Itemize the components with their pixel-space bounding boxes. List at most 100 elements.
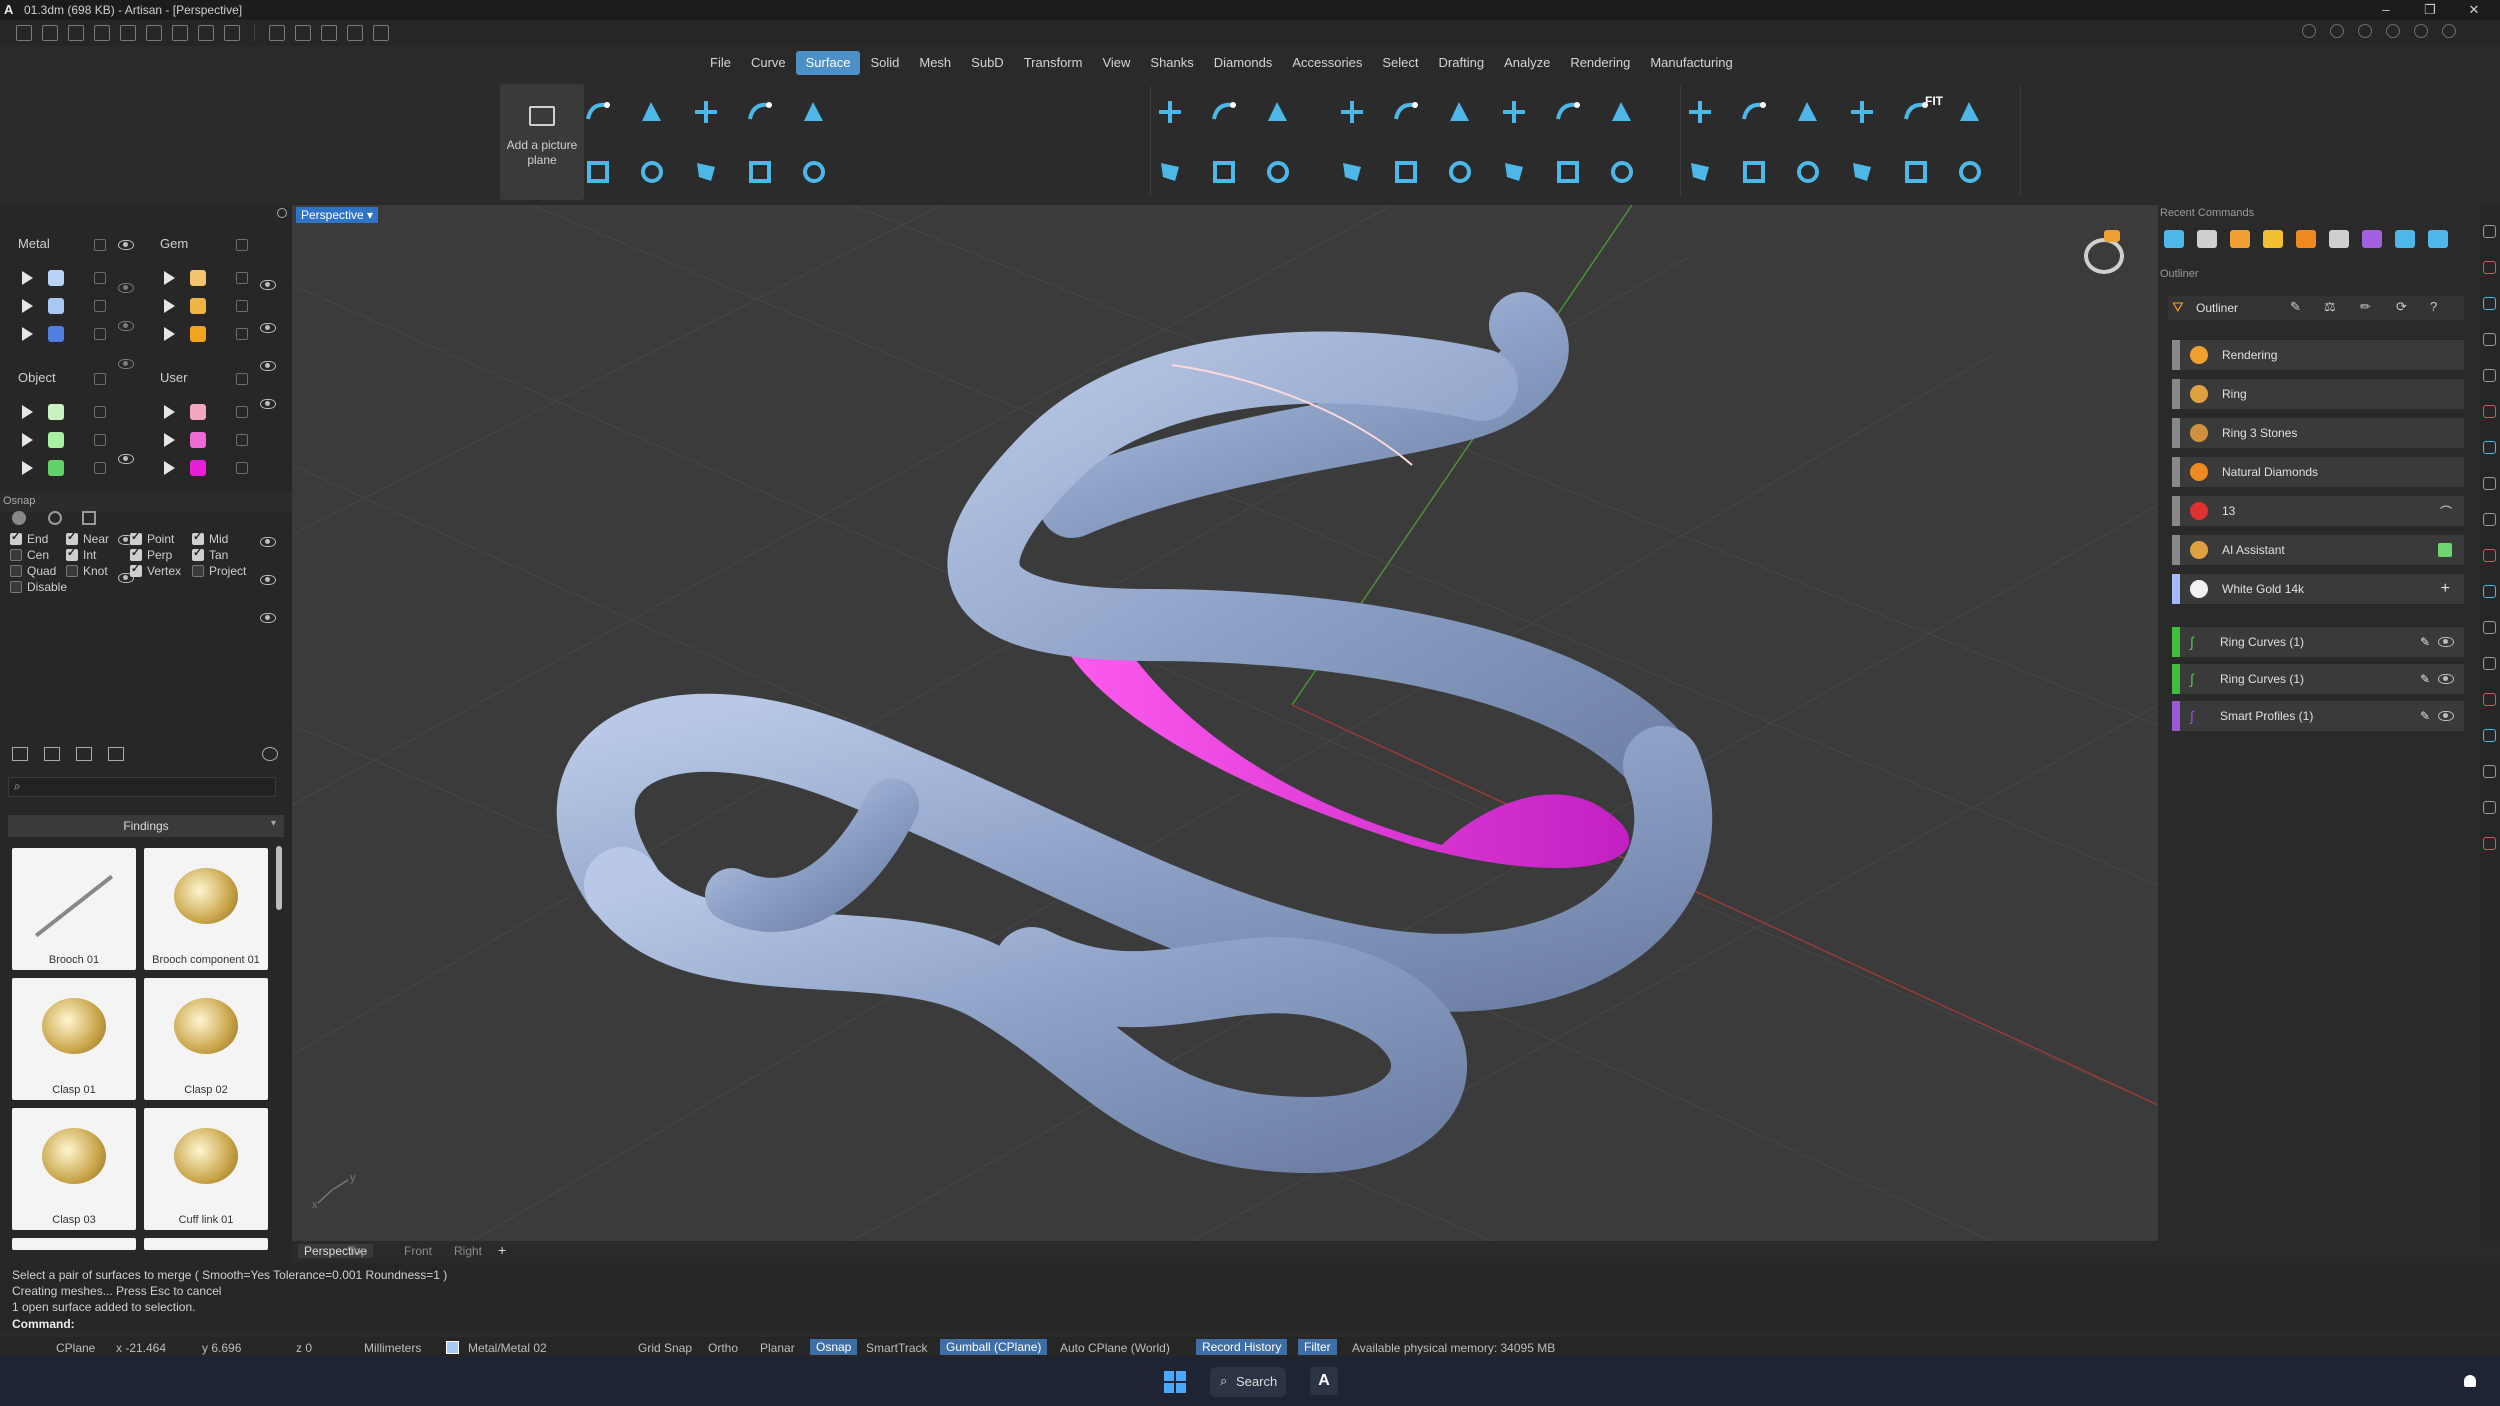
library-item[interactable]: Clasp 01 [12, 978, 136, 1100]
select-icon[interactable] [295, 25, 311, 41]
panel-tool-icon[interactable] [2483, 693, 2496, 706]
recent-command-icon[interactable] [2362, 230, 2382, 248]
ribbon-tool-button[interactable] [1786, 86, 1830, 138]
help-icon[interactable]: ? [2430, 299, 2437, 314]
osnap-end[interactable]: End [10, 530, 48, 546]
edit-icon[interactable]: ✏ [2360, 299, 2371, 315]
units-label[interactable]: Millimeters [364, 1341, 421, 1355]
library-item[interactable]: Brooch 01 [12, 848, 136, 970]
render-ring-icon[interactable] [2084, 238, 2124, 274]
visibility-icon[interactable] [260, 613, 276, 623]
layer-color-swatch[interactable] [190, 298, 206, 314]
visibility-icon[interactable] [118, 454, 134, 464]
panel-tool-icon[interactable] [2483, 261, 2496, 274]
osnap-point[interactable]: Point [130, 530, 174, 546]
ribbon-tool-button[interactable] [1438, 86, 1482, 138]
maximize-button[interactable]: ❐ [2416, 0, 2444, 20]
menu-accessories[interactable]: Accessories [1282, 51, 1372, 75]
library-item[interactable] [12, 1238, 136, 1250]
panel-tool-icon[interactable] [2483, 585, 2496, 598]
outliner-button[interactable]: Outliner [2196, 301, 2238, 315]
ribbon-tool-button[interactable] [738, 146, 782, 198]
open-folder-icon[interactable] [94, 25, 110, 41]
layer-color-swatch[interactable] [190, 270, 206, 286]
ribbon-tool-button[interactable] [1256, 86, 1300, 138]
library-search-input[interactable]: ⌕ [8, 777, 276, 797]
menu-solid[interactable]: Solid [860, 51, 909, 75]
new-template-icon[interactable] [42, 25, 58, 41]
edit-icon[interactable]: ✎ [2420, 672, 2430, 686]
ribbon-tool-button[interactable] [738, 86, 782, 138]
ribbon-tool-button[interactable] [1202, 146, 1246, 198]
panel-tool-icon[interactable] [2483, 837, 2496, 850]
ribbon-tool-button[interactable] [576, 146, 620, 198]
checkbox[interactable] [66, 530, 78, 545]
library-item[interactable]: Brooch component 01 [144, 848, 268, 970]
add-viewport-tab-button[interactable]: + [498, 1242, 506, 1258]
library-folder-icon[interactable] [12, 747, 28, 761]
grid-icon[interactable] [347, 25, 363, 41]
ribbon-tool-button[interactable] [792, 86, 836, 138]
ribbon-tool-button[interactable] [1678, 86, 1722, 138]
toggle-gumball-cplane-[interactable]: Gumball (CPlane) [940, 1339, 1048, 1355]
ribbon-tool-button[interactable] [1840, 146, 1884, 198]
ribbon-tool-button[interactable] [1678, 146, 1722, 198]
lock-icon[interactable] [94, 272, 106, 284]
ribbon-tool-button[interactable] [1492, 146, 1536, 198]
perspective-viewport[interactable]: y x [292, 205, 2158, 1241]
viewport-tab-right[interactable]: Right [454, 1244, 482, 1258]
hat-icon[interactable]: ⌒ [2440, 503, 2452, 520]
panel-tool-icon[interactable] [2483, 621, 2496, 634]
viewport-label[interactable]: Perspective ▾ [296, 207, 379, 223]
command-prompt[interactable]: Command: [12, 1317, 75, 1331]
close-button[interactable]: ✕ [2460, 0, 2488, 20]
refresh-icon[interactable]: ⟳ [2396, 299, 2407, 315]
ring-model[interactable] [556, 292, 1713, 1174]
ribbon-tool-button[interactable] [1438, 146, 1482, 198]
checkbox[interactable] [130, 530, 142, 545]
ribbon-tool-button[interactable] [684, 146, 728, 198]
visibility-icon[interactable] [118, 321, 134, 331]
panel-settings-icon[interactable] [277, 208, 287, 218]
outliner-row[interactable]: AI Assistant [2172, 535, 2464, 565]
osnap-vertex[interactable]: Vertex [130, 562, 181, 578]
osnap-disable[interactable]: Disable [10, 580, 67, 594]
visibility-icon[interactable] [118, 359, 134, 369]
ribbon-tool-button[interactable] [1202, 86, 1246, 138]
start-icon[interactable] [1164, 1371, 1186, 1393]
visibility-icon[interactable] [2438, 637, 2454, 647]
toggle-planar[interactable]: Planar [760, 1341, 795, 1355]
menu-drafting[interactable]: Drafting [1429, 51, 1495, 75]
open-icon[interactable] [68, 25, 84, 41]
outliner-row[interactable]: Rendering [2172, 340, 2464, 370]
outliner-row[interactable]: White Gold 14k + [2172, 574, 2464, 604]
outliner-layer-row[interactable]: ∫ Ring Curves (1) ✎ [2172, 664, 2464, 694]
expand-icon[interactable] [22, 271, 33, 285]
osnap-perp[interactable]: Perp [130, 546, 172, 562]
ribbon-tool-button[interactable] [1384, 86, 1428, 138]
checkbox[interactable] [192, 530, 204, 545]
account-icon[interactable] [2442, 24, 2456, 38]
outliner-row[interactable]: Natural Diamonds [2172, 457, 2464, 487]
visibility-icon[interactable] [118, 283, 134, 293]
ribbon-tool-button[interactable] [1732, 86, 1776, 138]
lock-icon[interactable] [94, 462, 106, 474]
toggle-record-history[interactable]: Record History [1196, 1339, 1288, 1355]
notification-icon[interactable] [2464, 1375, 2476, 1387]
expand-icon[interactable] [22, 433, 33, 447]
panel-tool-icon[interactable] [2483, 225, 2496, 238]
toggle-grid-snap[interactable]: Grid Snap [638, 1341, 692, 1355]
cplane-label[interactable]: CPlane [56, 1341, 95, 1355]
layers-icon[interactable] [2302, 24, 2316, 38]
recent-command-icon[interactable] [2428, 230, 2448, 248]
checkbox[interactable] [10, 581, 22, 593]
panel-tool-icon[interactable] [2483, 405, 2496, 418]
ribbon-tool-button[interactable] [1384, 146, 1428, 198]
lock-icon[interactable] [236, 272, 248, 284]
expand-icon[interactable] [22, 405, 33, 419]
checkbox[interactable] [66, 546, 78, 561]
panel-tool-icon[interactable] [2483, 657, 2496, 670]
add-icon[interactable]: + [2441, 580, 2450, 598]
ribbon-tool-button[interactable] [1840, 86, 1884, 138]
osnap-int[interactable]: Int [66, 546, 96, 562]
